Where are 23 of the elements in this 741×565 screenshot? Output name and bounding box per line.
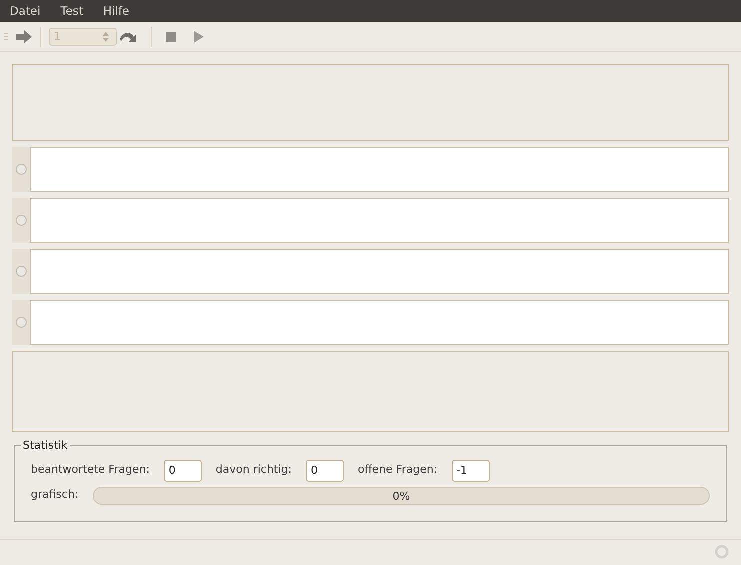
menu-item[interactable]: Test [60,0,92,22]
forward-arrow-icon[interactable] [16,30,32,44]
busy-indicator-icon [715,544,729,558]
answer-radio[interactable] [16,215,26,226]
field-label: davon richtig: [216,462,292,478]
play-icon[interactable] [194,30,204,42]
answer-field[interactable] [30,147,729,192]
answer-radio[interactable] [16,266,26,277]
count-field[interactable]: -1 [452,460,490,482]
field-label: grafisch: [31,487,80,504]
answer-field[interactable] [30,300,729,345]
answer-radio[interactable] [16,317,26,328]
progress-reading: 0% [392,488,412,504]
count-field[interactable]: 0 [164,460,202,482]
stop-icon[interactable] [166,32,176,42]
answer-radio[interactable] [16,164,26,175]
field-label: beantwortete Fragen: [31,462,150,478]
answer-field[interactable] [30,249,729,294]
answer-field[interactable] [30,198,729,243]
menu-item[interactable]: Datei [10,0,49,22]
field-label: offene Fragen: [358,462,438,478]
menu-item[interactable]: Hilfe [103,0,138,22]
count-field[interactable]: 0 [306,460,344,482]
